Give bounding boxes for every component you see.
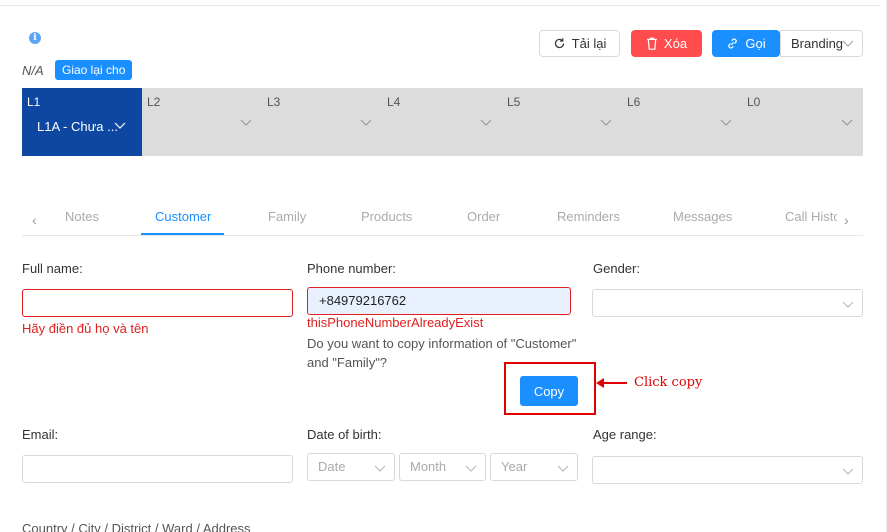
dob-label: Date of birth:	[307, 427, 382, 442]
email-input[interactable]	[22, 455, 293, 483]
stage-label: L6	[627, 95, 641, 109]
gender-select[interactable]	[592, 289, 863, 317]
chevron-down-icon	[600, 119, 612, 126]
link-icon	[728, 38, 738, 49]
tab-order[interactable]: Order	[467, 209, 500, 224]
stage-label: L4	[387, 95, 401, 109]
chevron-down-icon	[114, 122, 126, 129]
call-button[interactable]: Gọi	[712, 30, 780, 57]
full-name-error: Hãy điền đủ họ và tên	[22, 321, 149, 336]
delete-label: Xóa	[663, 36, 688, 51]
stage-label: L0	[747, 95, 761, 109]
stage-label: L1	[27, 95, 41, 109]
phone-input[interactable]: +84979216762	[307, 287, 571, 315]
branding-select[interactable]: Branding	[780, 30, 863, 57]
age-range-select[interactable]	[592, 456, 863, 484]
address-label: Country / City / District / Ward / Addre…	[22, 521, 251, 532]
dob-year-placeholder: Year	[501, 459, 528, 474]
gender-label: Gender:	[593, 261, 640, 276]
reassign-button[interactable]: Giao lại cho	[55, 60, 133, 80]
stage-label: L5	[507, 95, 521, 109]
stage-value: L1A - Chưa ...	[37, 119, 118, 134]
age-range-label: Age range:	[593, 427, 657, 442]
chevron-down-icon	[720, 119, 732, 126]
tab-messages[interactable]: Messages	[673, 209, 732, 224]
tab-call-history[interactable]: Call Histc	[785, 209, 837, 224]
tab-customer[interactable]: Customer	[155, 209, 211, 224]
chevron-down-icon	[374, 465, 386, 472]
annotation-text: Click copy	[634, 375, 703, 390]
refresh-icon	[554, 38, 564, 49]
chevron-right-icon[interactable]: ›	[844, 212, 849, 228]
tab-products[interactable]: Products	[361, 209, 412, 224]
stage-label: L3	[267, 95, 281, 109]
tab-bar: ‹ Notes Customer Family Products Order R…	[22, 200, 863, 236]
chevron-down-icon	[480, 119, 492, 126]
full-name-label: Full name:	[22, 261, 83, 276]
tab-reminders[interactable]: Reminders	[557, 209, 620, 224]
annotation-arrow	[600, 382, 627, 384]
dob-date-select[interactable]: Date	[307, 453, 395, 481]
stage-l6[interactable]: L6	[622, 88, 742, 156]
phone-label: Phone number:	[307, 261, 396, 276]
chevron-down-icon	[841, 119, 853, 126]
stage-l2[interactable]: L2	[142, 88, 262, 156]
tab-notes[interactable]: Notes	[65, 209, 99, 224]
chevron-left-icon[interactable]: ‹	[32, 212, 37, 228]
top-divider	[0, 0, 880, 6]
stage-l1[interactable]: L1 L1A - Chưa ...	[22, 88, 142, 156]
stage-l0[interactable]: L0	[742, 88, 863, 156]
chevron-down-icon	[465, 465, 477, 472]
info-icon[interactable]: i	[29, 32, 41, 44]
annotation-arrow-head	[596, 378, 604, 388]
delete-button[interactable]: Xóa	[631, 30, 702, 57]
full-name-input[interactable]	[22, 289, 293, 317]
dob-month-select[interactable]: Month	[399, 453, 486, 481]
reload-label: Tải lại	[571, 36, 607, 51]
chevron-down-icon	[557, 465, 569, 472]
chevron-down-icon	[842, 40, 854, 47]
stage-label: L2	[147, 95, 161, 109]
active-tab-indicator	[141, 233, 224, 235]
dob-year-select[interactable]: Year	[490, 453, 578, 481]
phone-error: thisPhoneNumberAlreadyExist	[307, 315, 484, 330]
email-label: Email:	[22, 427, 59, 442]
reload-button[interactable]: Tải lại	[539, 30, 620, 57]
chevron-down-icon	[360, 119, 372, 126]
chevron-down-icon	[240, 119, 252, 126]
stage-l3[interactable]: L3	[262, 88, 382, 156]
chevron-down-icon	[842, 468, 854, 475]
tab-family[interactable]: Family	[268, 209, 306, 224]
chevron-down-icon	[842, 301, 854, 308]
stage-l5[interactable]: L5	[502, 88, 622, 156]
branding-value: Branding	[791, 36, 844, 51]
assignee-value: N/A	[22, 63, 44, 78]
stage-bar: L1 L1A - Chưa ... L2 L3 L4 L5 L6 L0	[22, 88, 863, 156]
stage-l4[interactable]: L4	[382, 88, 502, 156]
dob-date-placeholder: Date	[318, 459, 346, 474]
dob-month-placeholder: Month	[410, 459, 447, 474]
copy-button[interactable]: Copy	[520, 376, 578, 406]
trash-icon	[647, 37, 657, 50]
call-label: Gọi	[745, 36, 766, 51]
